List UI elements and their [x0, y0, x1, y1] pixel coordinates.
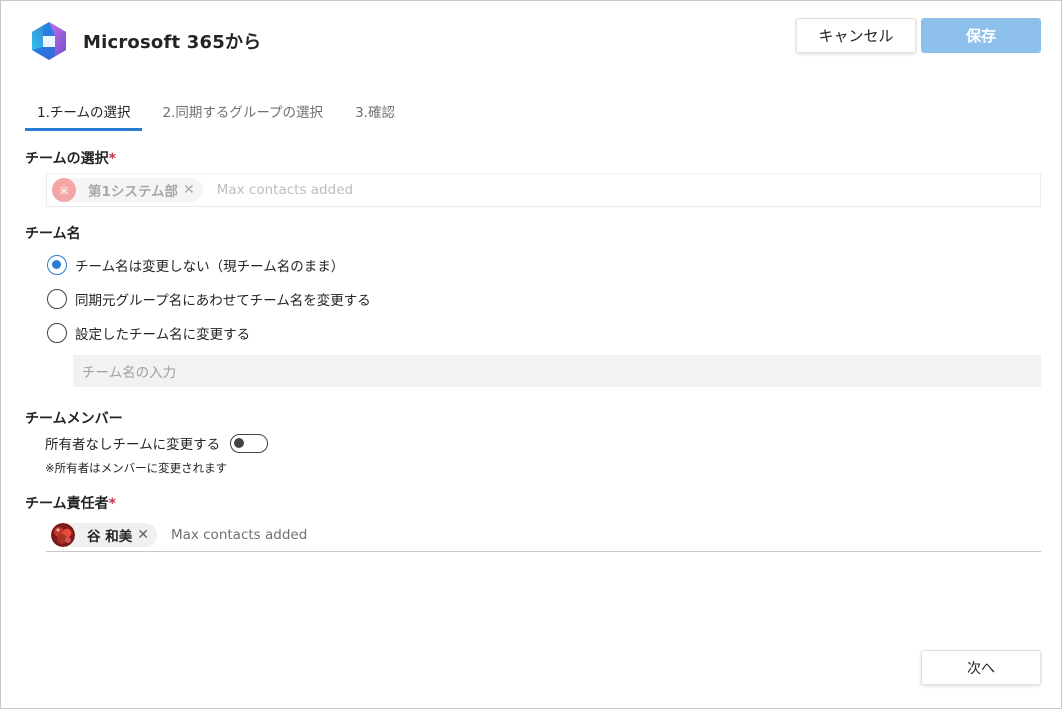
avatar — [51, 522, 75, 547]
owner-picker-placeholder: Max contacts added — [170, 526, 308, 543]
tab-sync-group-select[interactable]: 2.同期するグループの選択 — [150, 91, 335, 131]
team-chip-name: 第1システム部 — [88, 184, 178, 200]
team-picker-placeholder: Max contacts added — [216, 182, 354, 198]
team-name-label: チーム名 — [25, 226, 81, 242]
tab-team-select[interactable]: 1.チームの選択 — [25, 91, 143, 131]
ownerless-toggle[interactable] — [230, 433, 269, 453]
required-mark: * — [108, 496, 116, 512]
owner-note: ※所有者はメンバーに変更されます — [45, 461, 228, 475]
cancel-button[interactable]: キャンセル — [796, 18, 916, 53]
toggle-label: 所有者なしチームに変更する — [45, 437, 221, 453]
microsoft-365-logo-icon — [32, 22, 66, 60]
owner-label: チーム責任者* — [25, 496, 116, 512]
step-tabs: 1.チームの選択 2.同期するグループの選択 3.確認 — [25, 91, 415, 131]
owner-picker[interactable]: 谷 和美 ✕ Max contacts added — [46, 518, 1041, 552]
team-picker: 米 第1システム部 ✕ Max contacts added — [46, 173, 1041, 207]
team-chip: 米 第1システム部 ✕ — [52, 178, 203, 202]
radio-keep-team-name[interactable]: チーム名は変更しない（現チーム名のまま） — [47, 255, 344, 275]
dialog-title: Microsoft 365から — [83, 32, 262, 53]
save-button[interactable]: 保存 — [921, 18, 1041, 53]
radio-label: 同期元グループ名にあわせてチーム名を変更する — [75, 293, 371, 309]
radio-label: チーム名は変更しない（現チーム名のまま） — [75, 259, 345, 275]
close-icon[interactable]: ✕ — [137, 527, 149, 543]
tab-confirm[interactable]: 3.確認 — [343, 91, 407, 131]
dialog: Microsoft 365から キャンセル 保存 1.チームの選択 2.同期する… — [0, 0, 1062, 709]
team-avatar: 米 — [52, 178, 76, 202]
owner-chip-name: 谷 和美 — [87, 528, 133, 545]
radio-icon[interactable] — [47, 323, 67, 343]
team-members-label: チームメンバー — [25, 411, 123, 427]
next-button[interactable]: 次へ — [921, 650, 1041, 685]
radio-icon[interactable] — [47, 289, 67, 309]
radio-custom-team-name[interactable]: 設定したチーム名に変更する — [47, 323, 250, 343]
owner-chip: 谷 和美 ✕ — [51, 522, 157, 547]
radio-selected-icon[interactable] — [47, 255, 67, 275]
required-mark: * — [108, 151, 116, 167]
team-select-label: チームの選択* — [25, 151, 116, 167]
radio-match-group-name[interactable]: 同期元グループ名にあわせてチーム名を変更する — [47, 289, 371, 309]
close-icon: ✕ — [183, 182, 195, 198]
team-name-input[interactable]: チーム名の入力 — [73, 355, 1041, 387]
ownerless-toggle-row: 所有者なしチームに変更する — [45, 433, 269, 453]
radio-label: 設定したチーム名に変更する — [75, 327, 251, 343]
